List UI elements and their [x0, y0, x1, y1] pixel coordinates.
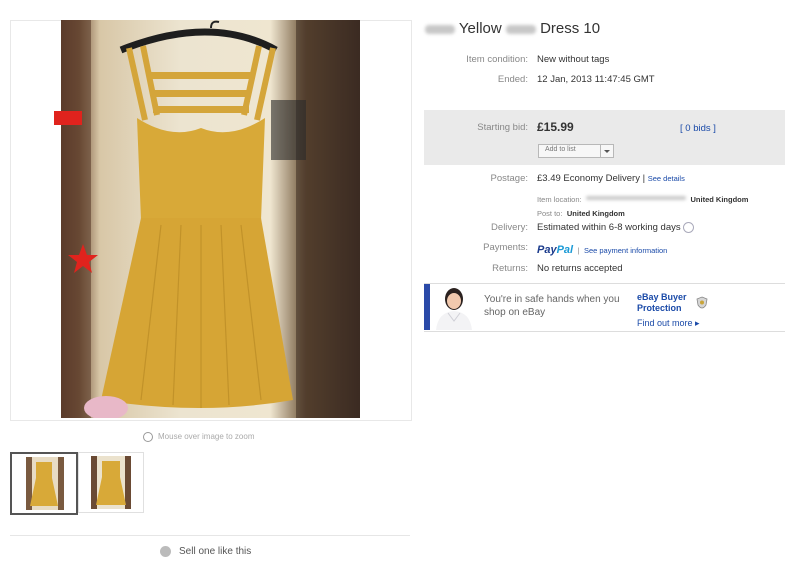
chevron-down-icon[interactable] — [600, 145, 613, 157]
redacted-text — [586, 195, 687, 200]
magnifier-icon — [143, 432, 153, 442]
support-person-image — [436, 288, 472, 330]
condition-label: Item condition: — [466, 54, 528, 65]
item-title: Yellow Dress 10 — [425, 20, 600, 37]
red-marker — [54, 111, 82, 125]
redacted-text — [425, 24, 455, 34]
main-item-photo[interactable] — [61, 20, 360, 418]
returns-value: No returns accepted — [537, 263, 623, 274]
payments-label: Payments: — [483, 242, 528, 253]
redacted-text — [505, 24, 536, 34]
delivery-value: Estimated within 6-8 working days — [537, 222, 695, 233]
starting-bid-label: Starting bid: — [477, 122, 528, 133]
divider — [10, 535, 410, 536]
banner-accent — [424, 284, 430, 330]
dress-photo-graphic — [61, 20, 360, 418]
add-to-list-button[interactable]: Add to list — [538, 144, 614, 158]
post-to-row: Post to: United Kingdom — [537, 209, 625, 218]
sell-one-like-this-link[interactable]: Sell one like this — [160, 546, 251, 557]
ended-value: 12 Jan, 2013 11:47:45 GMT — [537, 74, 655, 85]
shield-icon — [696, 296, 708, 309]
buyer-protection-message: You're in safe hands when you shop on eB… — [484, 294, 620, 318]
see-payment-info-link[interactable]: See payment information — [584, 246, 667, 255]
returns-label: Returns: — [492, 263, 528, 274]
info-icon[interactable] — [683, 222, 695, 233]
find-out-more-link[interactable]: Find out more ▸ — [637, 318, 700, 329]
thumbnail-image — [91, 456, 131, 509]
condition-value: New without tags — [537, 54, 610, 65]
postage-label: Postage: — [490, 173, 529, 184]
starting-bid-price: £15.99 — [537, 120, 574, 134]
payments-value: PayPal | See payment information — [537, 244, 668, 256]
postage-value: £3.49 Economy Delivery | See details — [537, 173, 685, 184]
thumbnail-1[interactable] — [10, 452, 78, 515]
thumbnail-2[interactable] — [78, 452, 144, 513]
delivery-label: Delivery: — [491, 222, 528, 233]
ended-label: Ended: — [497, 74, 528, 85]
paypal-logo: PayPal — [537, 244, 574, 256]
red-star-icon — [68, 244, 98, 273]
thumbnail-image — [26, 457, 64, 510]
see-details-link[interactable]: See details — [648, 174, 685, 183]
zoom-hint: Mouse over image to zoom — [143, 432, 255, 442]
sell-icon — [160, 546, 171, 557]
bids-count-link[interactable]: [ 0 bids ] — [680, 123, 716, 134]
